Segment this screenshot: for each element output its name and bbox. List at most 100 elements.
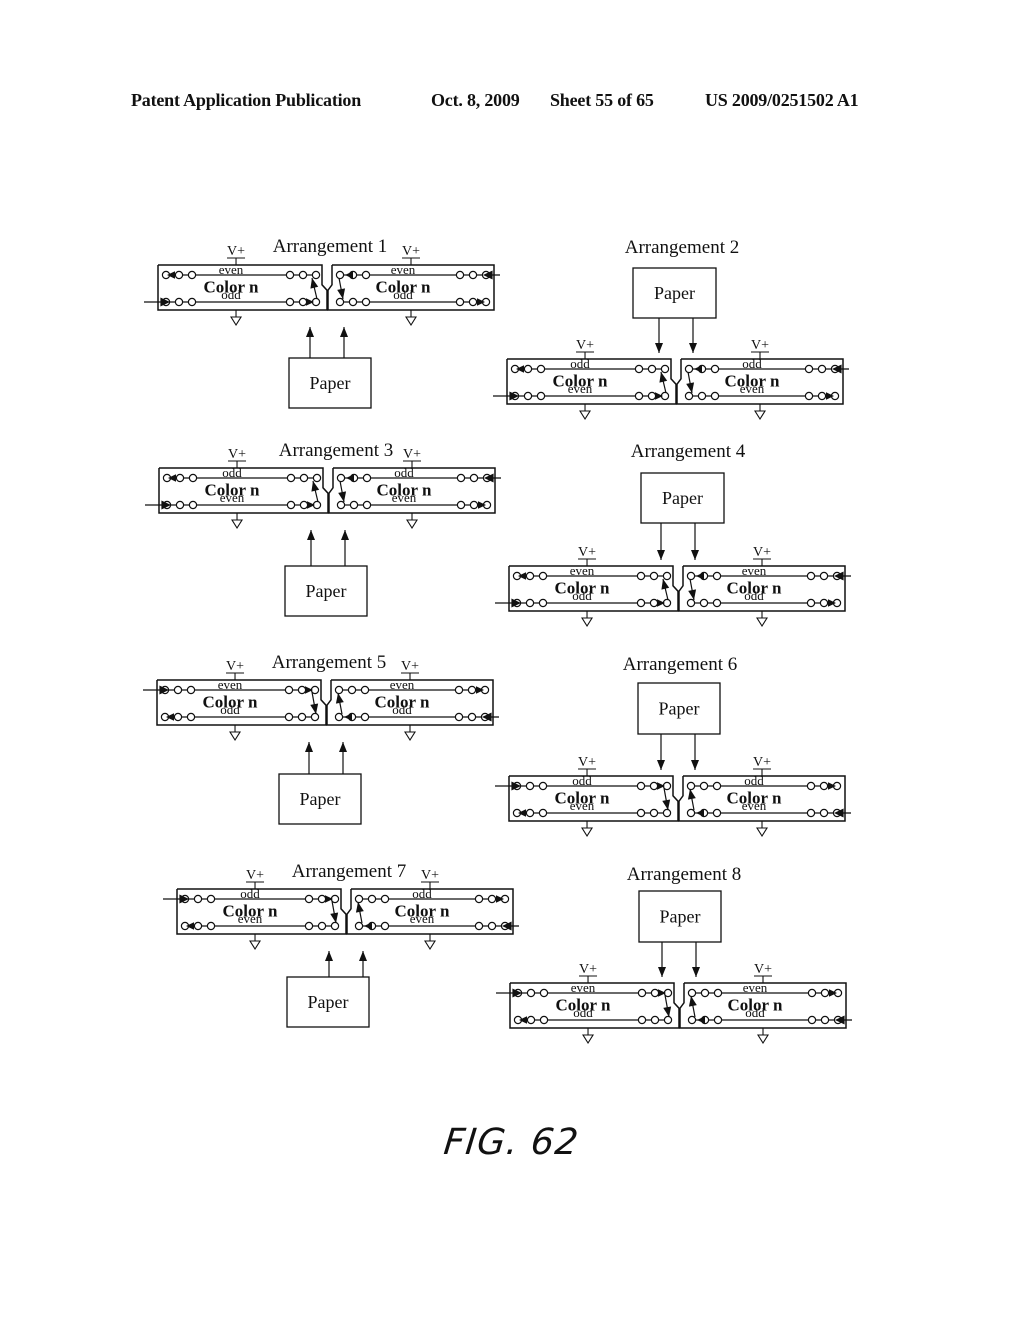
arrowhead-icon bbox=[344, 713, 352, 721]
nozzle-circle bbox=[174, 297, 184, 307]
arrowhead-icon bbox=[688, 589, 697, 600]
nozzle-circle bbox=[285, 270, 295, 280]
printhead-chip-left: oddColor neven bbox=[176, 886, 347, 935]
row-label-bottom: odd bbox=[744, 588, 764, 603]
nozzle-circle bbox=[636, 571, 646, 581]
row-label-bottom: even bbox=[570, 798, 595, 813]
nozzle-circle bbox=[819, 781, 829, 791]
arrowhead-icon bbox=[359, 951, 367, 961]
row-label-top: even bbox=[219, 262, 244, 277]
row-label-bottom: odd bbox=[745, 1005, 765, 1020]
nozzle-circle bbox=[455, 297, 465, 307]
nozzle-circle bbox=[354, 894, 364, 904]
nozzle-circle bbox=[525, 571, 535, 581]
nozzle-circle bbox=[362, 500, 372, 510]
nozzle-circle bbox=[806, 781, 816, 791]
vplus-label: V+ bbox=[401, 659, 419, 674]
arrowhead-icon bbox=[657, 550, 665, 560]
nozzle-circle bbox=[807, 1015, 817, 1025]
nozzle-circle bbox=[647, 391, 657, 401]
ground-icon bbox=[579, 410, 592, 421]
nozzle-circle bbox=[636, 598, 646, 608]
arrangement-5: Arrangement 5evenColor noddevenColor nod… bbox=[143, 652, 499, 825]
nozzle-circle bbox=[297, 712, 307, 722]
printhead-chip-left: evenColor nodd bbox=[156, 677, 327, 726]
ground-icon bbox=[581, 617, 594, 628]
nozzle-circle bbox=[686, 808, 696, 818]
arrowhead-icon bbox=[325, 951, 333, 961]
nozzle-circle bbox=[360, 685, 370, 695]
nozzle-circle bbox=[526, 1015, 536, 1025]
nozzle-circle bbox=[687, 988, 697, 998]
nozzle-circle bbox=[284, 712, 294, 722]
nozzle-circle bbox=[806, 571, 816, 581]
vplus-label: V+ bbox=[753, 755, 771, 770]
nozzle-circle bbox=[525, 781, 535, 791]
arrowhead-icon bbox=[306, 327, 314, 337]
nozzle-circle bbox=[299, 500, 309, 510]
ground-icon bbox=[756, 827, 768, 838]
row-label-top: odd bbox=[222, 465, 242, 480]
nozzle-circle bbox=[454, 685, 464, 695]
nozzle-circle bbox=[285, 297, 295, 307]
nozzle-circle bbox=[817, 364, 827, 374]
arrangement-4: Arrangement 4 evenColor noddevenColor nod… bbox=[495, 441, 851, 628]
ground-icon bbox=[249, 940, 262, 951]
arrowhead-icon bbox=[340, 327, 348, 337]
nozzle-circle bbox=[686, 781, 696, 791]
arrowhead-icon bbox=[345, 271, 353, 279]
printhead-chip-right: oddColor neven bbox=[328, 465, 496, 514]
nozzle-circle bbox=[286, 500, 296, 510]
paper-label: Paper bbox=[308, 992, 349, 1012]
nozzle-circle bbox=[467, 712, 477, 722]
row-label-bottom: even bbox=[410, 911, 435, 926]
nozzle-circle bbox=[700, 988, 710, 998]
nozzle-circle bbox=[538, 781, 548, 791]
nozzle-circle bbox=[186, 712, 196, 722]
row-label-bottom: odd bbox=[220, 702, 240, 717]
nozzle-circle bbox=[662, 808, 672, 818]
vplus-label: V+ bbox=[576, 338, 594, 353]
nozzle-circle bbox=[536, 364, 546, 374]
row-label-bottom: even bbox=[238, 911, 263, 926]
nozzle-circle bbox=[299, 473, 309, 483]
paper-label: Paper bbox=[660, 907, 701, 927]
arrowhead-icon bbox=[661, 579, 670, 590]
printhead-chip-right: evenColor nodd bbox=[678, 563, 846, 612]
row-label-top: even bbox=[218, 677, 243, 692]
row-label-top: even bbox=[742, 563, 767, 578]
nozzle-circle bbox=[539, 988, 549, 998]
nozzle-circle bbox=[474, 894, 484, 904]
nozzle-circle bbox=[819, 571, 829, 581]
nozzle-circle bbox=[347, 685, 357, 695]
paper-label: Paper bbox=[310, 373, 351, 393]
nozzle-circle bbox=[456, 473, 466, 483]
ground-icon bbox=[406, 519, 418, 530]
arrangement-title: Arrangement 3 bbox=[279, 440, 393, 461]
paper-label: Paper bbox=[654, 283, 695, 303]
nozzle-circle bbox=[807, 988, 817, 998]
row-label-bottom: even bbox=[220, 490, 245, 505]
nozzle-circle bbox=[193, 894, 203, 904]
nozzle-circle bbox=[349, 500, 359, 510]
nozzle-circle bbox=[334, 712, 344, 722]
row-label-top: even bbox=[390, 677, 415, 692]
nozzle-circle bbox=[354, 921, 364, 931]
paper-label: Paper bbox=[659, 699, 700, 719]
nozzle-circle bbox=[367, 894, 377, 904]
arrowhead-icon bbox=[335, 693, 344, 704]
ground-icon bbox=[424, 940, 436, 951]
ground-icon bbox=[405, 316, 417, 327]
printhead-chip-left: evenColor nodd bbox=[508, 563, 679, 612]
nozzle-circle bbox=[469, 500, 479, 510]
paper-label: Paper bbox=[300, 789, 341, 809]
arrowhead-icon bbox=[662, 799, 671, 810]
nozzle-circle bbox=[348, 297, 358, 307]
row-label-bottom: odd bbox=[392, 702, 412, 717]
row-label-top: odd bbox=[570, 356, 590, 371]
row-label-top: even bbox=[571, 980, 596, 995]
nozzle-circle bbox=[286, 473, 296, 483]
vplus-label: V+ bbox=[578, 545, 596, 560]
nozzle-circle bbox=[636, 781, 646, 791]
printhead-chip-right: evenColor nodd bbox=[327, 262, 495, 311]
